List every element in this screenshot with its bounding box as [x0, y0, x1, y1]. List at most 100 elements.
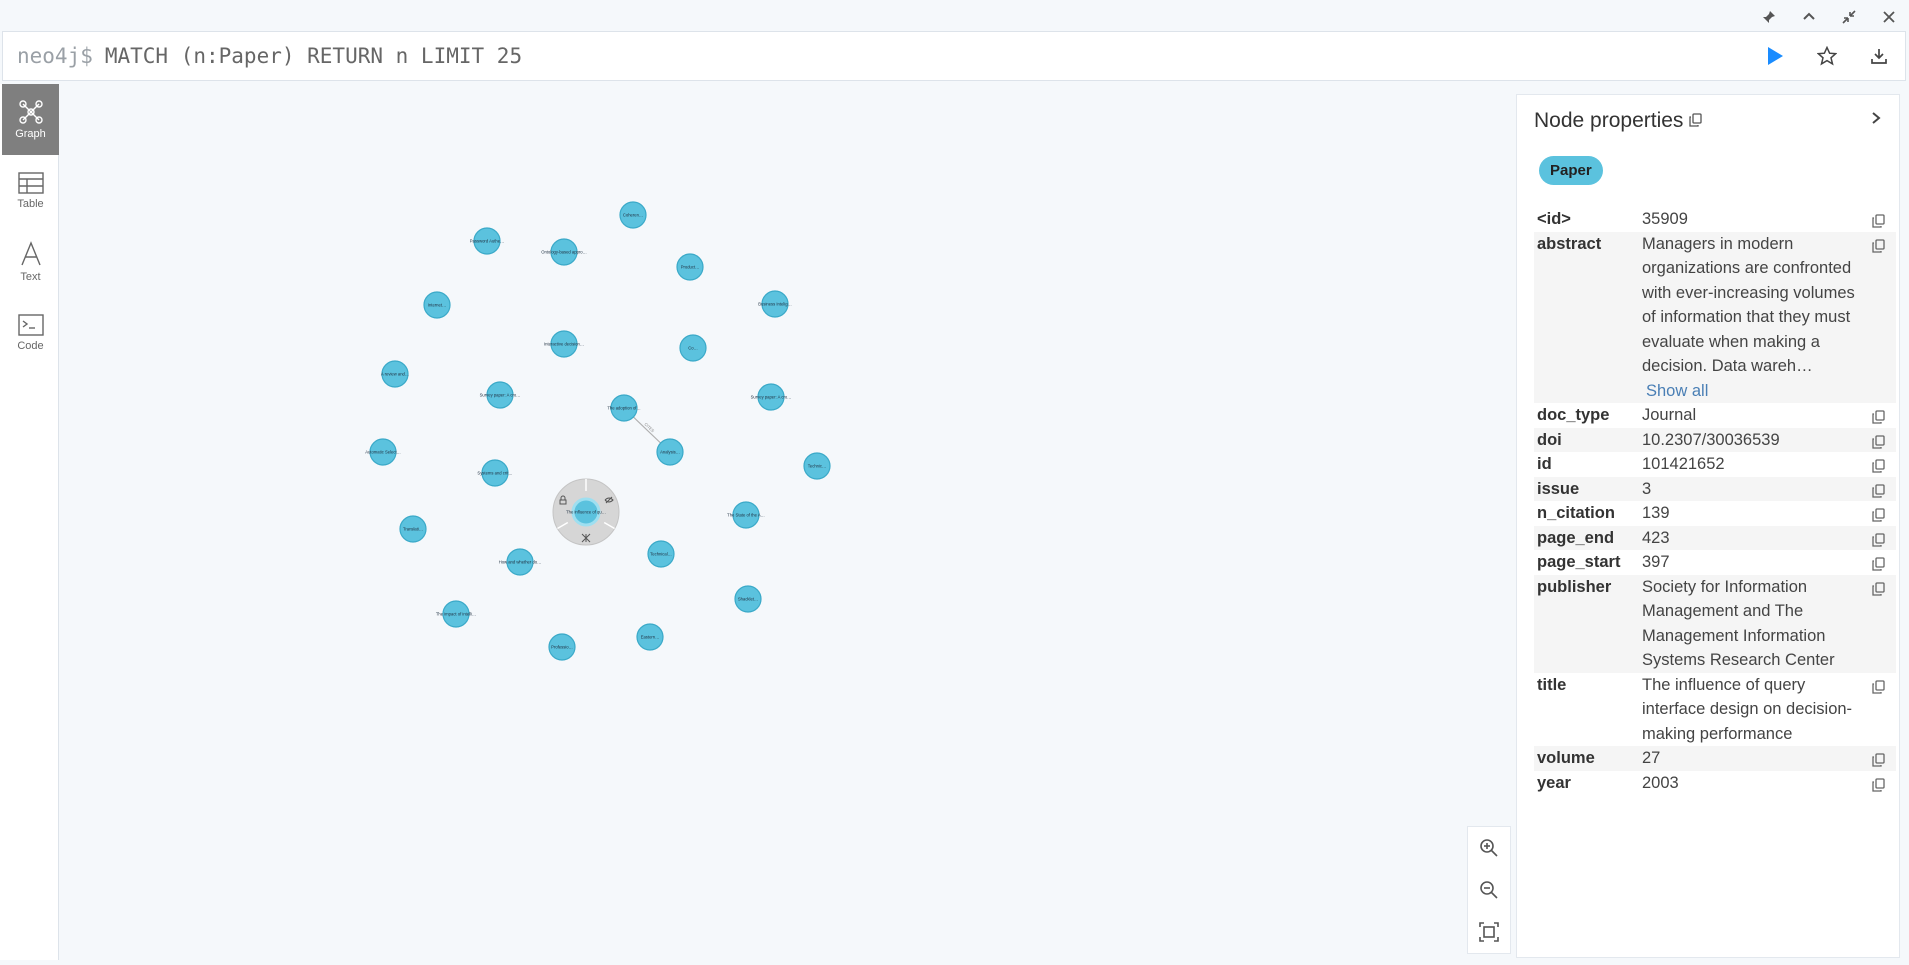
graph-node[interactable]: A review and… — [381, 360, 409, 388]
copy-icon[interactable] — [1872, 432, 1886, 449]
properties-table: <id> 35909 abstract Managers in modern orga… — [1534, 207, 1896, 795]
sidebar-item-code[interactable]: Code — [2, 297, 59, 368]
copy-icon[interactable] — [1689, 109, 1703, 133]
property-value: Journal — [1642, 403, 1860, 428]
copy-icon[interactable] — [1872, 750, 1886, 767]
code-icon — [17, 313, 44, 336]
property-key: publisher — [1537, 577, 1612, 596]
copy-icon[interactable] — [1872, 211, 1886, 228]
sidebar-item-text[interactable]: Text — [2, 226, 59, 297]
property-row: abstract Managers in modern organizations… — [1534, 231, 1896, 404]
copy-icon[interactable] — [1872, 775, 1886, 792]
node-caption: Internet… — [428, 303, 446, 308]
graph-node[interactable]: Survey paper: A cro… — [480, 381, 521, 409]
chevron-right-icon — [1872, 112, 1881, 124]
copy-icon[interactable] — [1872, 677, 1886, 694]
property-key: n_citation — [1537, 504, 1615, 522]
zoom-in-icon — [1480, 839, 1498, 857]
graph-node[interactable]: Ontology-based appro… — [541, 238, 587, 266]
graph-node[interactable]: Eastern… — [636, 623, 664, 651]
graph-node[interactable]: Automatic Select… — [365, 438, 401, 466]
copy-icon[interactable] — [1872, 236, 1886, 253]
node-caption: How and whether do… — [499, 560, 542, 565]
copy-icon[interactable] — [1872, 481, 1886, 498]
close-icon[interactable] — [1869, 0, 1909, 34]
node-caption: The adoption of… — [607, 406, 640, 411]
property-value-text: Managers in modern organizations are con… — [1642, 234, 1855, 376]
panel-collapse-button[interactable] — [1863, 105, 1889, 131]
node-caption: Interactive decision… — [544, 342, 584, 347]
property-key: page_start — [1537, 553, 1621, 571]
chevron-up-icon[interactable] — [1789, 0, 1829, 34]
graph-node[interactable]: Analysis… — [656, 438, 684, 466]
property-row: n_citation 139 — [1534, 501, 1896, 526]
graph-node[interactable]: How and whether do… — [499, 548, 542, 576]
zoom-out-button[interactable] — [1469, 871, 1509, 909]
node-caption: Survey paper: A cro… — [480, 393, 521, 398]
fit-button[interactable] — [1469, 913, 1509, 951]
text-icon — [20, 240, 41, 265]
node-caption: Systems and crit… — [477, 471, 512, 476]
graph-node[interactable]: The State of the A… — [727, 501, 765, 529]
graph-canvas[interactable]: CITES Coheren… Password Authe… Ontology-ba… — [60, 84, 1515, 960]
graph-node[interactable]: Product… — [676, 253, 704, 281]
property-key: doi — [1537, 430, 1562, 449]
zoom-in-button[interactable] — [1469, 829, 1509, 867]
collapse-icon[interactable] — [1829, 0, 1869, 34]
graph-node[interactable]: Shacklet… — [734, 585, 762, 613]
graph-node[interactable]: The impact of intelli… — [436, 600, 476, 628]
copy-icon[interactable] — [1872, 530, 1886, 547]
node-caption: Survey paper: A cro… — [751, 395, 792, 400]
node-caption: Automatic Select… — [365, 450, 401, 455]
graph-node[interactable]: Technic… — [803, 452, 831, 480]
property-value: 10.2307/30036539 — [1642, 428, 1860, 453]
copy-icon[interactable] — [1872, 579, 1886, 596]
property-value: The influence of query interface design … — [1642, 673, 1860, 747]
graph-node[interactable]: Survey paper: A cro… — [751, 383, 792, 411]
graph-node[interactable]: The adoption of… — [607, 394, 641, 422]
property-row: <id> 35909 — [1534, 207, 1896, 232]
node-caption: A review and… — [381, 372, 409, 377]
property-key: doc_type — [1537, 406, 1610, 424]
property-value-text: 2003 — [1642, 773, 1679, 792]
property-value-text: 397 — [1642, 553, 1670, 571]
property-row: year 2003 — [1534, 771, 1896, 796]
node-caption: Product… — [681, 265, 700, 270]
property-value-text: 35909 — [1642, 210, 1688, 228]
copy-icon[interactable] — [1872, 505, 1886, 522]
zoom-out-icon — [1480, 881, 1498, 899]
query-input[interactable]: MATCH (n:Paper) RETURN n LIMIT 25 — [105, 44, 1749, 68]
download-button[interactable] — [1853, 32, 1905, 80]
copy-icon[interactable] — [1872, 456, 1886, 473]
property-value-text: 10.2307/30036539 — [1642, 430, 1780, 449]
property-row: doc_type Journal — [1534, 403, 1896, 428]
graph-node[interactable]: Co… — [679, 334, 707, 362]
show-all-link[interactable]: Show all — [1642, 379, 1860, 404]
copy-icon[interactable] — [1872, 554, 1886, 571]
sidebar-item-graph[interactable]: Graph — [2, 84, 59, 155]
sidebar-item-table[interactable]: Table — [2, 155, 59, 226]
node-caption: Password Authe… — [470, 239, 504, 244]
graph-svg[interactable]: CITES Coheren…Password Authe…Ontology-ba… — [60, 84, 1515, 960]
graph-node[interactable]: Coheren… — [619, 201, 647, 229]
run-button[interactable] — [1749, 32, 1801, 80]
copy-icon[interactable] — [1872, 407, 1886, 424]
favorite-button[interactable] — [1801, 32, 1853, 80]
property-value: 423 — [1642, 526, 1860, 551]
property-value: Managers in modern organizations are con… — [1642, 232, 1860, 404]
graph-node[interactable]: Translati… — [399, 515, 427, 543]
pin-icon[interactable] — [1749, 0, 1789, 34]
graph-node[interactable]: Business Intelig… — [758, 290, 792, 318]
property-row: title The influence of query interface de… — [1534, 673, 1896, 747]
graph-node[interactable]: Technical… — [647, 540, 675, 568]
node-label-chip[interactable]: Paper — [1539, 156, 1603, 185]
graph-node[interactable]: Professio… — [548, 633, 576, 661]
graph-node[interactable]: Interactive decision… — [544, 330, 584, 358]
property-row: id 101421652 — [1534, 452, 1896, 477]
graph-node[interactable]: Password Authe… — [470, 227, 504, 255]
graph-node[interactable]: Systems and crit… — [477, 459, 513, 487]
node-caption: Ontology-based appro… — [541, 250, 587, 255]
query-editor[interactable]: neo4j$ MATCH (n:Paper) RETURN n LIMIT 25 — [2, 31, 1906, 81]
property-row: issue 3 — [1534, 476, 1896, 501]
graph-node[interactable]: Internet… — [423, 291, 451, 319]
